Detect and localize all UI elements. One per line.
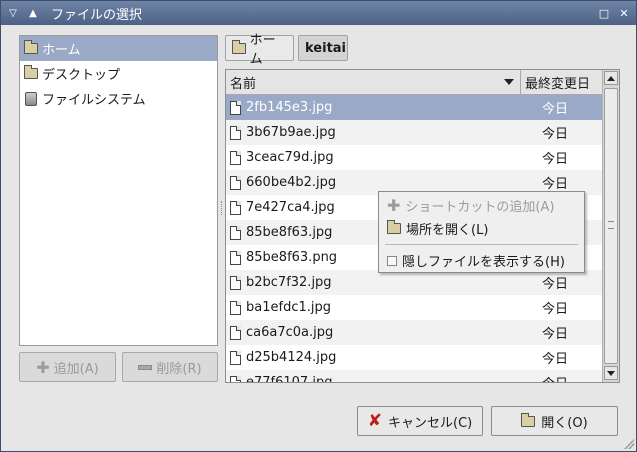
file-icon	[230, 375, 241, 382]
table-row[interactable]: b2bc7f32.jpg 今日	[226, 270, 603, 295]
table-row[interactable]: ca6a7c0a.jpg 今日	[226, 320, 603, 345]
add-icon: ✚	[387, 196, 401, 215]
vertical-scrollbar[interactable]	[602, 70, 619, 382]
file-icon	[230, 150, 241, 165]
window-menu-icon[interactable]: ▽	[5, 5, 21, 21]
file-date: 今日	[542, 127, 569, 142]
table-row[interactable]: 3ceac79d.jpg 今日	[226, 145, 603, 170]
folder-icon	[387, 220, 401, 234]
file-date: 今日	[542, 327, 569, 342]
file-icon	[230, 300, 241, 315]
folder-open-icon	[521, 412, 536, 427]
column-header-modified[interactable]: 最終変更日	[521, 70, 603, 95]
menu-item-label: 隠しファイルを表示する(H)	[402, 255, 565, 270]
open-button-label: 開く(O)	[541, 415, 588, 431]
file-icon	[230, 100, 241, 115]
open-button[interactable]: 開く(O)	[491, 406, 618, 436]
shade-icon[interactable]: ▲	[25, 5, 41, 21]
title-bar[interactable]: ▽ ▲ ファイルの選択 □ ✕	[1, 1, 636, 25]
file-name: 3b67b9ae.jpg	[246, 125, 336, 140]
folder-icon	[24, 65, 38, 79]
file-icon	[230, 175, 241, 190]
maximize-icon[interactable]: □	[596, 5, 612, 21]
file-name: ca6a7c0a.jpg	[246, 325, 334, 340]
table-row[interactable]: e77f6107.jpg 今日	[226, 370, 603, 383]
menu-item-label: 場所を開く(L)	[406, 223, 489, 238]
path-button-label: keitai	[305, 40, 347, 56]
path-button-home[interactable]: ホーム	[225, 33, 294, 67]
path-button-current[interactable]: keitai	[298, 35, 348, 61]
file-name: b2bc7f32.jpg	[246, 275, 332, 290]
file-date: 今日	[542, 152, 569, 167]
file-name: 660be4b2.jpg	[246, 175, 337, 190]
arrow-up-icon	[607, 75, 615, 81]
file-date: 今日	[536, 373, 568, 382]
add-place-button[interactable]: ✚ 追加(A)	[19, 352, 116, 382]
window-title: ファイルの選択	[51, 7, 143, 23]
place-item-filesystem[interactable]: ファイルシステム	[20, 86, 217, 111]
menu-item-show-hidden[interactable]: 隠しファイルを表示する(H)	[379, 249, 584, 272]
close-icon[interactable]: ✕	[616, 5, 632, 21]
scroll-up-button[interactable]	[604, 71, 618, 85]
file-icon	[230, 200, 241, 215]
file-name: e77f6107.jpg	[246, 375, 333, 383]
cancel-x-icon: ✘	[367, 411, 382, 431]
checkbox-icon[interactable]	[387, 255, 397, 266]
grip-icon	[608, 221, 614, 229]
file-icon	[230, 225, 241, 240]
file-date: 今日	[542, 302, 569, 317]
place-item-desktop[interactable]: デスクトップ	[20, 61, 217, 86]
file-icon	[230, 125, 241, 140]
remove-icon	[138, 364, 153, 370]
file-name: ba1efdc1.jpg	[246, 300, 331, 315]
remove-place-label: 削除(R)	[156, 361, 202, 377]
place-item-label: デスクトップ	[42, 68, 121, 83]
table-row[interactable]: d25b4124.jpg 今日	[226, 345, 603, 370]
menu-separator	[385, 244, 578, 245]
places-sidebar: ホーム デスクトップ ファイルシステム	[19, 35, 218, 346]
column-header-name[interactable]: 名前	[226, 70, 521, 95]
menu-item-label: ショートカットの追加(A)	[405, 200, 555, 215]
menu-item-open-location[interactable]: 場所を開く(L)	[379, 217, 584, 240]
cancel-button-label: キャンセル(C)	[388, 415, 473, 431]
file-date: 今日	[542, 352, 569, 367]
scroll-down-button[interactable]	[604, 366, 618, 380]
cancel-button[interactable]: ✘ キャンセル(C)	[357, 406, 483, 436]
file-icon	[230, 275, 241, 290]
table-row[interactable]: 3b67b9ae.jpg 今日	[226, 120, 603, 145]
scroll-thumb[interactable]	[604, 88, 618, 364]
file-name: d25b4124.jpg	[246, 350, 337, 365]
pane-divider-handle[interactable]	[221, 201, 224, 215]
resize-grip[interactable]	[624, 439, 634, 449]
sort-arrow-icon	[504, 79, 514, 85]
disk-icon	[25, 91, 37, 106]
table-row[interactable]: 2fb145e3.jpg 今日	[226, 95, 603, 120]
arrow-down-icon	[607, 370, 615, 376]
folder-icon	[232, 39, 246, 54]
file-name: 3ceac79d.jpg	[246, 150, 334, 165]
remove-place-button[interactable]: 削除(R)	[122, 352, 218, 382]
file-date: 今日	[542, 177, 569, 192]
column-header-name-label: 名前	[230, 76, 257, 92]
place-item-home[interactable]: ホーム	[20, 36, 217, 61]
folder-icon	[24, 40, 38, 54]
add-place-label: 追加(A)	[53, 361, 99, 377]
place-item-label: ホーム	[42, 43, 81, 58]
add-icon: ✚	[36, 357, 50, 377]
file-name: 2fb145e3.jpg	[246, 100, 333, 115]
path-button-label: ホーム	[249, 33, 276, 67]
place-item-label: ファイルシステム	[42, 93, 146, 108]
table-row[interactable]: ba1efdc1.jpg 今日	[226, 295, 603, 320]
context-menu: ✚ ショートカットの追加(A) 場所を開く(L) 隠しファイルを表示する(H)	[378, 191, 585, 273]
file-date: 今日	[542, 102, 569, 117]
column-header-modified-label: 最終変更日	[525, 76, 591, 92]
file-icon	[230, 325, 241, 340]
file-icon	[230, 250, 241, 265]
menu-item-add-shortcut[interactable]: ✚ ショートカットの追加(A)	[379, 194, 584, 217]
file-icon	[230, 350, 241, 365]
file-date: 今日	[542, 277, 569, 292]
file-chooser-window: ▽ ▲ ファイルの選択 □ ✕ ホーム デスクトップ ファイルシステム ✚ 追加…	[0, 0, 637, 452]
